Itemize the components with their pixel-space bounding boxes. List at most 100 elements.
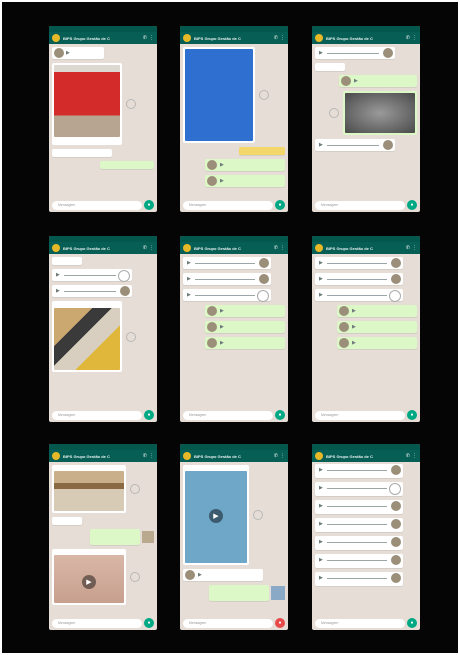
call-icon[interactable]: ✆	[406, 245, 410, 251]
mic-icon[interactable]: ●	[144, 200, 154, 210]
play-icon[interactable]: ▶	[352, 308, 356, 314]
call-icon[interactable]: ✆	[143, 245, 147, 251]
mic-icon[interactable]: ●	[407, 618, 417, 628]
group-avatar[interactable]	[52, 244, 60, 252]
voice-message[interactable]: ▶	[183, 273, 271, 285]
text-message[interactable]	[209, 585, 269, 601]
forward-icon[interactable]	[130, 484, 140, 494]
group-avatar[interactable]	[315, 244, 323, 252]
play-icon[interactable]: ▶	[319, 260, 323, 266]
message-input[interactable]: Mensagem	[183, 200, 273, 210]
message-input[interactable]: Mensagem	[52, 618, 142, 628]
voice-message[interactable]: ▶	[315, 518, 403, 532]
voice-message[interactable]: ▶	[315, 554, 403, 568]
call-icon[interactable]: ✆	[406, 35, 410, 41]
play-icon[interactable]: ▶	[187, 276, 191, 282]
image-message[interactable]: ▶	[183, 465, 249, 565]
voice-message[interactable]: ▶	[315, 500, 403, 514]
more-icon[interactable]: ⋮	[412, 453, 417, 459]
play-icon[interactable]: ▶	[220, 324, 224, 330]
call-icon[interactable]: ✆	[274, 245, 278, 251]
mic-icon[interactable]: ●	[144, 410, 154, 420]
more-icon[interactable]: ⋮	[280, 453, 285, 459]
chat-header[interactable]: BIPS Grupo Gestão de C ✆ ⋮	[180, 32, 288, 44]
mic-icon[interactable]: ●	[275, 200, 285, 210]
chat-header[interactable]: BIPS Grupo Gestão de C ✆ ⋮	[49, 450, 157, 462]
play-icon[interactable]: ▶	[319, 292, 323, 298]
play-icon[interactable]: ▶	[319, 467, 323, 473]
text-message[interactable]	[52, 149, 112, 157]
play-icon[interactable]: ▶	[209, 509, 223, 523]
play-icon[interactable]: ▶	[220, 162, 224, 168]
message-input[interactable]: Mensagem	[52, 200, 142, 210]
more-icon[interactable]: ⋮	[149, 35, 154, 41]
forward-icon[interactable]	[126, 331, 136, 342]
mic-icon[interactable]: ●	[275, 410, 285, 420]
voice-message[interactable]: ▶	[315, 464, 403, 478]
mic-icon[interactable]: ●	[275, 618, 285, 628]
image-message[interactable]: ▶	[52, 549, 126, 605]
more-icon[interactable]: ⋮	[149, 453, 154, 459]
voice-message[interactable]: ▶	[183, 289, 271, 302]
voice-message[interactable]: ▶	[205, 159, 285, 171]
chat-header[interactable]: BIPS Grupo Gestão de C ✆ ⋮	[49, 32, 157, 44]
forward-icon[interactable]	[130, 572, 140, 582]
call-icon[interactable]: ✆	[274, 35, 278, 41]
play-icon[interactable]: ▶	[319, 276, 323, 282]
image-message[interactable]	[343, 91, 417, 135]
group-avatar[interactable]	[183, 452, 191, 460]
call-icon[interactable]: ✆	[143, 453, 147, 459]
play-icon[interactable]: ▶	[352, 324, 356, 330]
text-message[interactable]	[315, 63, 345, 71]
play-icon[interactable]: ▶	[354, 78, 358, 84]
play-icon[interactable]: ▶	[319, 575, 323, 581]
message-input[interactable]: Mensagem	[183, 410, 273, 420]
mic-icon[interactable]: ●	[407, 410, 417, 420]
image-message[interactable]	[52, 465, 126, 513]
play-icon[interactable]: ▶	[319, 50, 323, 56]
voice-message[interactable]: ▶	[315, 139, 395, 151]
more-icon[interactable]: ⋮	[412, 245, 417, 251]
voice-message[interactable]: ▶	[315, 273, 403, 285]
voice-message[interactable]: ▶	[315, 47, 395, 59]
message-input[interactable]: Mensagem	[315, 200, 405, 210]
play-icon[interactable]: ▶	[198, 572, 202, 578]
chat-header[interactable]: BIPS Grupo Gestão de C ✆ ⋮	[312, 32, 420, 44]
play-icon[interactable]: ▶	[187, 292, 191, 298]
chat-header[interactable]: BIPS Grupo Gestão de C ✆ ⋮	[180, 242, 288, 254]
image-message[interactable]	[52, 63, 122, 145]
forward-icon[interactable]	[126, 99, 136, 109]
group-avatar[interactable]	[183, 244, 191, 252]
message-input[interactable]: Mensagem	[52, 410, 142, 420]
voice-message[interactable]: ▶	[205, 321, 285, 333]
play-icon[interactable]: ▶	[319, 503, 323, 509]
call-icon[interactable]: ✆	[274, 453, 278, 459]
group-avatar[interactable]	[52, 34, 60, 42]
thumbnail[interactable]	[142, 531, 154, 543]
text-message[interactable]	[100, 161, 154, 169]
forward-icon[interactable]	[329, 108, 339, 118]
play-icon[interactable]: ▶	[352, 340, 356, 346]
play-icon[interactable]: ▶	[187, 260, 191, 266]
voice-message[interactable]: ▶	[337, 321, 417, 333]
more-icon[interactable]: ⋮	[280, 245, 285, 251]
chat-header[interactable]: BIPS Grupo Gestão de C ✆ ⋮	[312, 450, 420, 462]
forward-icon[interactable]	[253, 510, 263, 520]
group-avatar[interactable]	[315, 34, 323, 42]
chat-header[interactable]: BIPS Grupo Gestão de C ✆ ⋮	[312, 242, 420, 254]
voice-message[interactable]: ▶	[337, 305, 417, 317]
more-icon[interactable]: ⋮	[412, 35, 417, 41]
voice-message[interactable]: ▶	[315, 536, 403, 550]
voice-message[interactable]: ▶	[205, 337, 285, 349]
voice-message[interactable]: ▶	[205, 305, 285, 317]
mic-icon[interactable]: ●	[407, 200, 417, 210]
more-icon[interactable]: ⋮	[149, 245, 154, 251]
message-input[interactable]: Mensagem	[183, 618, 273, 628]
voice-message[interactable]: ▶	[339, 75, 417, 87]
play-icon[interactable]: ▶	[220, 178, 224, 184]
text-message[interactable]	[239, 147, 285, 155]
play-icon[interactable]: ▶	[319, 539, 323, 545]
voice-message[interactable]: ▶	[52, 285, 132, 297]
text-message[interactable]	[90, 529, 140, 545]
play-icon[interactable]: ▶	[56, 272, 60, 278]
